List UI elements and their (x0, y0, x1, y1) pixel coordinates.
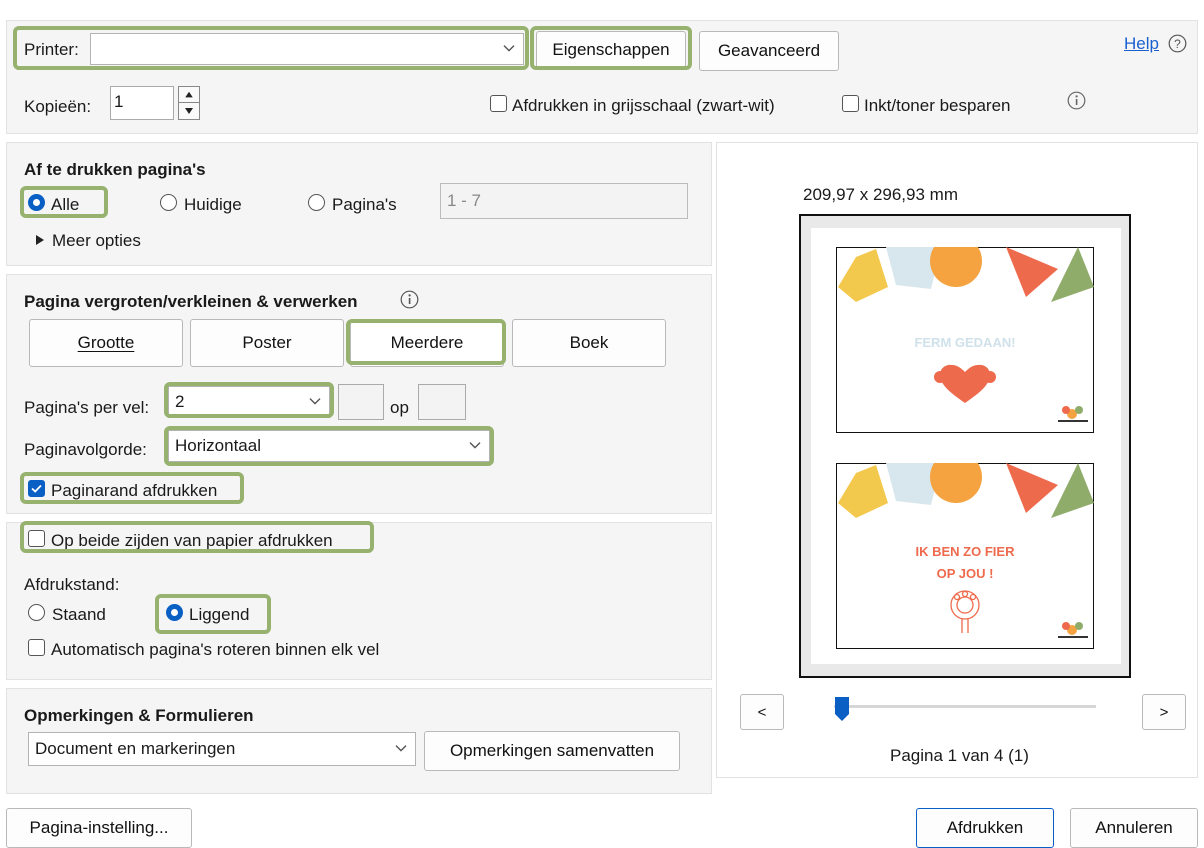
radio-all[interactable] (28, 194, 45, 211)
chevron-down-icon (503, 45, 515, 52)
pages-section-title: Af te drukken pagina's (24, 160, 206, 179)
radio-all-label: Alle (51, 195, 80, 214)
tab-multiple[interactable]: Meerdere (350, 319, 504, 367)
card-preview-2: IK BEN ZO FIER OP JOU ! (836, 463, 1094, 649)
printer-select[interactable] (90, 33, 524, 65)
page-preview: FERM GEDAAN! IK BEN ZO FIER OP JOU ! (799, 214, 1131, 678)
properties-button[interactable]: Eigenschappen (536, 31, 686, 69)
help-link[interactable]: Help (1124, 34, 1159, 54)
info-icon[interactable] (1067, 91, 1086, 110)
radio-portrait[interactable] (28, 604, 45, 621)
card2-line2: OP JOU ! (937, 566, 994, 581)
print-border-label: Paginarand afdrukken (51, 481, 218, 500)
print-button[interactable]: Afdrukken (916, 808, 1054, 848)
page-order-value: Horizontaal (175, 436, 261, 455)
page-order-label: Paginavolgorde: (24, 440, 147, 459)
radio-landscape[interactable] (166, 604, 183, 621)
pages-per-sheet-select[interactable]: 2 (168, 386, 330, 418)
more-options-link[interactable]: Meer opties (52, 231, 141, 251)
info-icon[interactable] (400, 290, 419, 309)
save-ink-label: Inkt/toner besparen (864, 96, 1011, 115)
checkmark-icon (31, 484, 42, 493)
both-sides-checkbox[interactable] (28, 530, 45, 547)
copies-input[interactable]: 1 (110, 86, 174, 120)
tab-size-label: Grootte (77, 333, 135, 352)
radio-current[interactable] (160, 194, 177, 211)
radio-landscape-label: Liggend (189, 605, 250, 624)
stepper-up-icon[interactable] (179, 87, 199, 103)
page-range-input[interactable]: 1 - 7 (440, 183, 688, 219)
radio-current-label: Huidige (184, 195, 242, 214)
print-border-checkbox[interactable] (28, 480, 45, 497)
copies-value: 1 (114, 92, 124, 111)
tab-size[interactable]: Grootte (29, 319, 183, 367)
grid-rows-input[interactable] (418, 384, 466, 420)
advanced-button[interactable]: Geavanceerd (699, 31, 839, 71)
grayscale-checkbox[interactable] (490, 95, 507, 112)
comments-value: Document en markeringen (35, 739, 236, 758)
copies-stepper[interactable] (178, 86, 200, 120)
chevron-down-icon (469, 442, 481, 449)
auto-rotate-label: Automatisch pagina's roteren binnen elk … (51, 640, 380, 659)
tab-poster[interactable]: Poster (190, 319, 344, 367)
page-setup-button[interactable]: Pagina-instelling... (6, 808, 192, 848)
radio-portrait-label: Staand (52, 605, 106, 624)
page-status: Pagina 1 van 4 (1) (890, 746, 1029, 765)
page-slider-track[interactable] (834, 705, 1096, 708)
page-range-placeholder: 1 - 7 (447, 191, 482, 210)
summarize-comments-button[interactable]: Opmerkingen samenvatten (424, 731, 680, 771)
radio-pages[interactable] (308, 194, 325, 211)
comments-select[interactable]: Document en markeringen (28, 732, 416, 766)
next-page-button[interactable]: > (1142, 694, 1186, 730)
pages-per-sheet-label: Pagina's per vel: (24, 398, 150, 417)
grid-cols-input[interactable] (338, 384, 384, 420)
printer-label: Printer: (24, 40, 79, 59)
auto-rotate-checkbox[interactable] (28, 639, 45, 656)
grayscale-label: Afdrukken in grijsschaal (zwart-wit) (512, 96, 775, 115)
comments-section-title: Opmerkingen & Formulieren (24, 706, 254, 725)
expand-triangle-icon[interactable] (35, 234, 45, 246)
save-ink-checkbox[interactable] (842, 95, 859, 112)
radio-pages-label: Pagina's (332, 195, 397, 214)
page-order-select[interactable]: Horizontaal (168, 430, 490, 462)
paper-size-label: 209,97 x 296,93 mm (803, 185, 958, 204)
page-slider-thumb[interactable] (834, 696, 850, 722)
pages-per-sheet-value: 2 (175, 392, 185, 411)
card-preview-1: FERM GEDAAN! (836, 247, 1094, 433)
card1-text: FERM GEDAAN! (914, 335, 1015, 350)
card2-line1: IK BEN ZO FIER (916, 544, 1016, 559)
svg-text:?: ? (1174, 37, 1181, 51)
tab-book[interactable]: Boek (512, 319, 666, 367)
both-sides-label: Op beide zijden van papier afdrukken (51, 531, 333, 550)
stepper-down-icon[interactable] (179, 103, 199, 119)
prev-page-button[interactable]: < (740, 694, 784, 730)
chevron-down-icon (395, 745, 407, 752)
copies-label: Kopieën: (24, 97, 92, 116)
cancel-button[interactable]: Annuleren (1070, 808, 1198, 848)
chevron-down-icon (309, 398, 321, 405)
sizing-section-title: Pagina vergroten/verkleinen & verwerken (24, 292, 358, 311)
by-label: op (390, 398, 409, 417)
orientation-label: Afdrukstand: (24, 575, 120, 594)
help-icon[interactable]: ? (1168, 34, 1187, 53)
